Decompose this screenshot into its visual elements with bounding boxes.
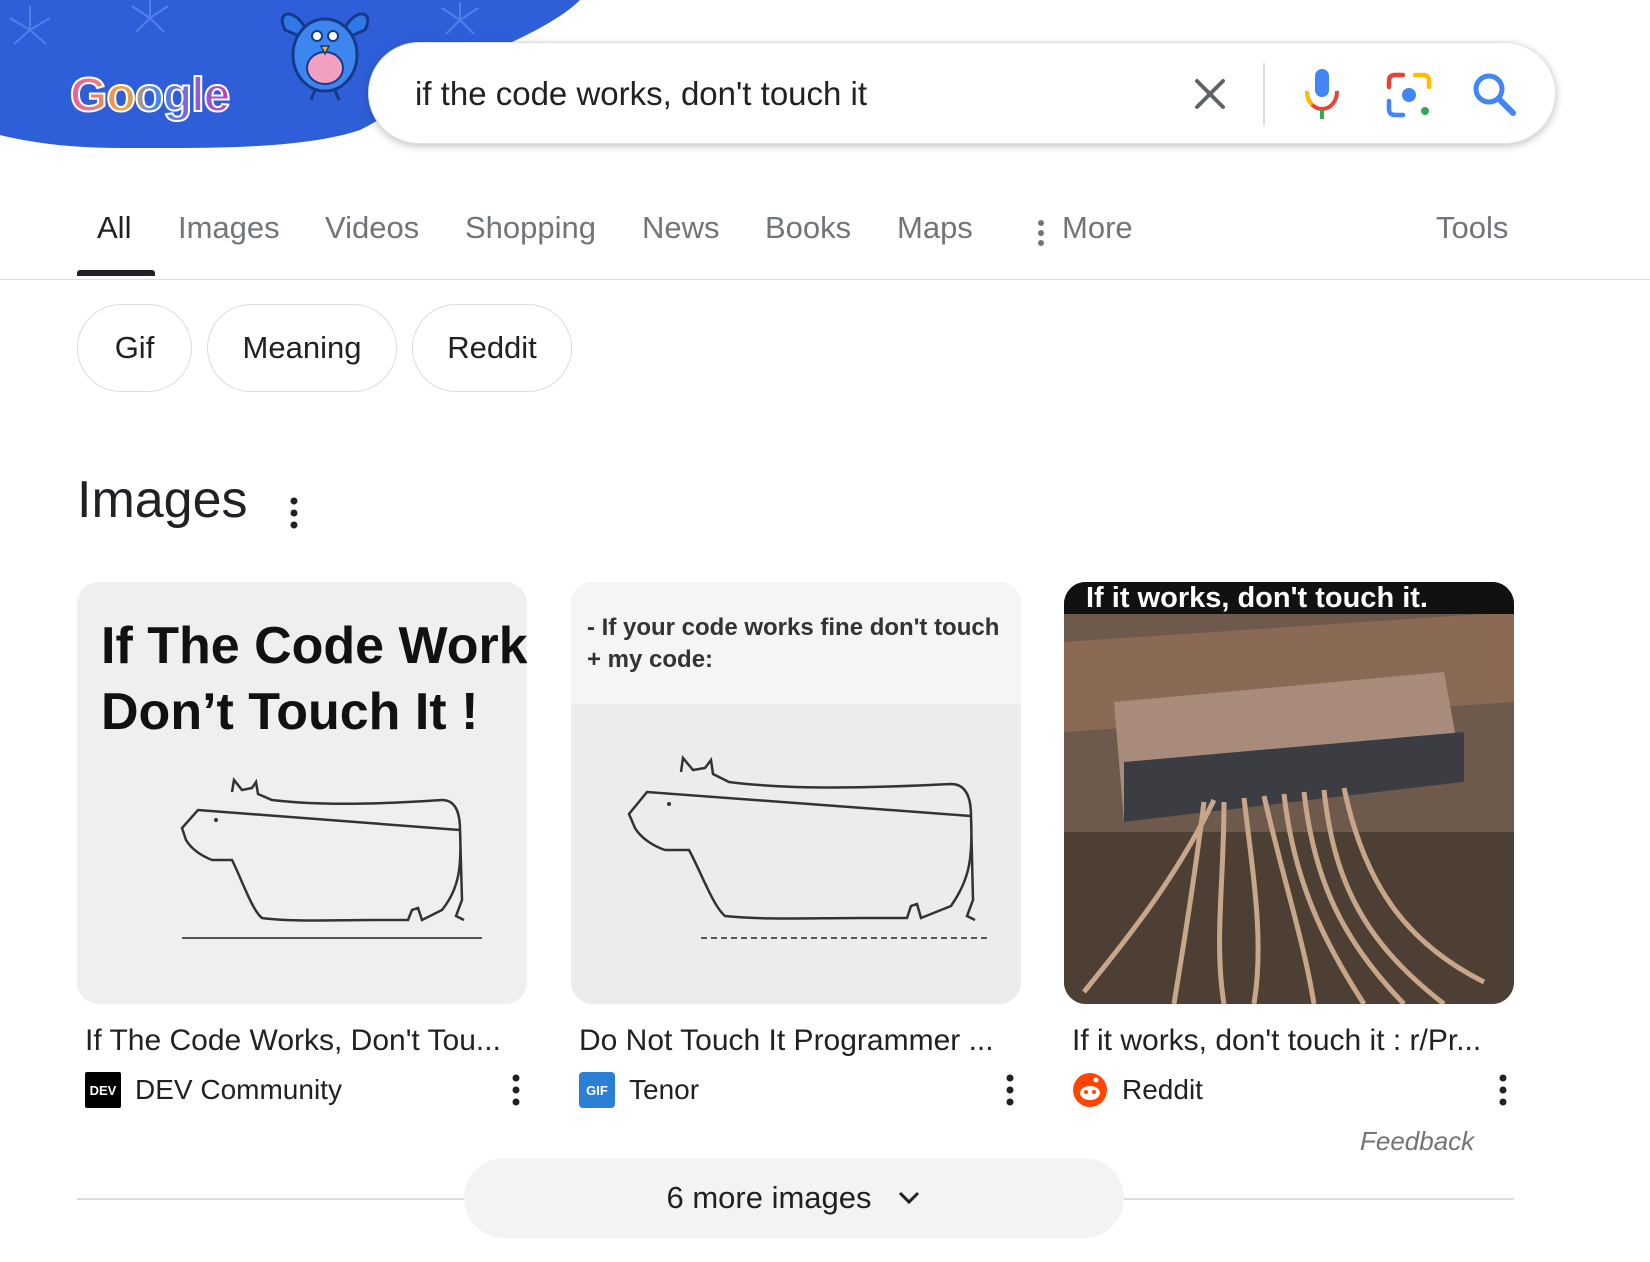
image-thumbnail[interactable]: - If your code works fine don't touch + … (571, 582, 1021, 1004)
image-card: If The Code Work Don’t Touch It ! If The… (77, 582, 527, 1108)
lens-icon[interactable] (1381, 67, 1437, 123)
card-menu-icon[interactable] (1003, 1072, 1017, 1108)
source-name: Reddit (1122, 1074, 1203, 1105)
image-title[interactable]: Do Not Touch It Programmer ... (579, 1024, 1009, 1058)
more-dots-icon[interactable] (1036, 218, 1046, 248)
search-divider (1263, 63, 1265, 125)
thumb-caption: + my code: (587, 646, 714, 673)
dev-favicon-icon: DEV (85, 1072, 121, 1108)
divider-left (77, 1198, 465, 1200)
card-menu-icon[interactable] (509, 1072, 523, 1108)
cow-illustration (627, 755, 991, 939)
thumb-caption: If The Code Work (101, 617, 527, 675)
tenor-favicon-icon: GIF (579, 1072, 615, 1108)
image-title[interactable]: If The Code Works, Don't Tou... (85, 1024, 515, 1058)
feedback-link[interactable]: Feedback (1360, 1126, 1474, 1157)
thumb-caption-area (571, 582, 1021, 704)
image-card: - If your code works fine don't touch + … (571, 582, 1021, 1108)
image-thumbnail[interactable]: If The Code Work Don’t Touch It ! (77, 582, 527, 1004)
image-title[interactable]: If it works, don't touch it : r/Pr... (1072, 1024, 1502, 1058)
tab-maps[interactable]: Maps (897, 210, 973, 246)
search-box (368, 42, 1556, 144)
source-name: Tenor (629, 1074, 700, 1105)
clear-icon[interactable] (1187, 71, 1233, 117)
doodle-bird-icon (280, 12, 370, 101)
images-section-title: Images (77, 471, 248, 529)
photo-switch-wires (1064, 582, 1514, 1004)
thumb-caption: If it works, don't touch it. (1086, 582, 1428, 614)
tab-shopping[interactable]: Shopping (465, 210, 596, 246)
tools-button[interactable]: Tools (1436, 210, 1508, 246)
more-images-button[interactable]: 6 more images (464, 1158, 1124, 1238)
source-name: DEV Community (135, 1074, 342, 1105)
chip-gif[interactable]: Gif (77, 304, 192, 392)
tab-images[interactable]: Images (178, 210, 280, 246)
tab-videos[interactable]: Videos (325, 210, 419, 246)
image-card: If it works, don't touch it. If it works… (1064, 582, 1514, 1107)
chevron-down-icon (898, 1191, 919, 1205)
search-tabs: All Images Videos Shopping News Books Ma… (0, 196, 1650, 280)
tab-all[interactable]: All (97, 210, 131, 246)
image-source[interactable]: GIF Tenor (579, 1070, 699, 1110)
tab-more[interactable]: More (1062, 210, 1133, 246)
image-thumbnail[interactable]: If it works, don't touch it. (1064, 582, 1514, 1004)
thumb-caption: Don’t Touch It ! (101, 683, 479, 741)
section-menu-icon[interactable] (284, 493, 304, 533)
thumb-caption: - If your code works fine don't touch (587, 614, 1000, 641)
cow-illustration (180, 777, 482, 939)
tab-books[interactable]: Books (765, 210, 851, 246)
image-source[interactable]: DEV DEV Community (85, 1070, 342, 1110)
chip-reddit[interactable]: Reddit (412, 304, 572, 392)
chip-label: Meaning (242, 330, 362, 365)
search-icon[interactable] (1467, 67, 1521, 121)
chip-label: Gif (114, 330, 155, 365)
chip-label: Reddit (447, 330, 537, 365)
logo-text: Google (69, 68, 231, 123)
reddit-favicon-icon (1073, 1073, 1107, 1107)
card-menu-icon[interactable] (1496, 1072, 1510, 1108)
tab-news[interactable]: News (642, 210, 720, 246)
search-input[interactable] (415, 69, 1115, 119)
google-logo[interactable]: Google (69, 60, 280, 130)
mic-icon[interactable] (1297, 65, 1347, 123)
more-images-label: 6 more images (666, 1180, 872, 1215)
active-tab-indicator (77, 270, 155, 276)
divider-right (1122, 1198, 1514, 1200)
image-source[interactable]: Reddit (1072, 1070, 1203, 1110)
chip-meaning[interactable]: Meaning (207, 304, 397, 392)
